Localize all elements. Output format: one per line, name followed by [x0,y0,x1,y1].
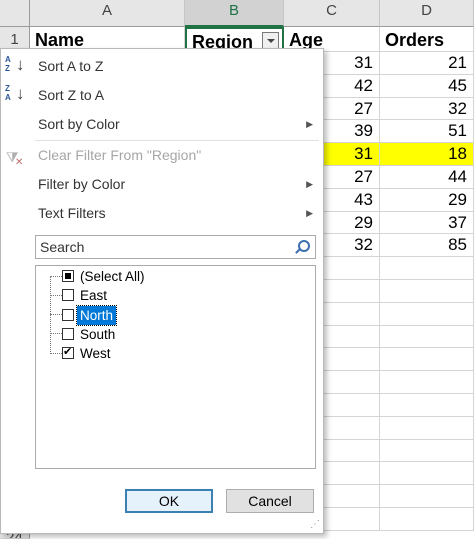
sort-by-color-label: Sort by Color [38,116,120,132]
filter-by-color-label: Filter by Color [38,176,126,192]
grid-cell[interactable] [380,280,474,303]
filter-dropdown-button[interactable] [262,32,279,49]
corner-select-all[interactable] [0,0,30,27]
checkmark-icon: ✔ [63,346,73,359]
filter-by-color-item[interactable]: Filter by Color ▶ [1,170,323,198]
column-header-a[interactable]: A [30,0,185,27]
tree-line [50,295,62,296]
grid-cell[interactable]: 21 [380,52,474,75]
filter-values-list[interactable]: (Select All) East North South ✔ West [35,265,316,469]
cancel-button[interactable]: Cancel [226,489,314,513]
column-header-b[interactable]: B [185,0,284,27]
grid-cell[interactable]: 45 [380,75,474,98]
sort-ascending-icon: A Z ↓ [5,55,25,74]
grid-cell[interactable]: 85 [380,234,474,257]
grid-cell[interactable] [380,348,474,371]
checkbox[interactable]: ✔ [62,346,74,360]
text-filters-label: Text Filters [38,205,106,221]
sort-z-to-a-label: Sort Z to A [38,87,105,103]
grid-cell[interactable] [380,257,474,280]
submenu-arrow-icon: ▶ [306,119,313,129]
resize-grip[interactable]: ⋰ [310,520,320,530]
tree-line [50,333,62,334]
filter-value-east[interactable]: East [80,286,107,305]
sort-by-color-item[interactable]: Sort by Color ▶ [1,110,323,138]
autofilter-menu: A Z ↓ Sort A to Z Z A ↓ Sort Z to A Sort by … [0,48,324,534]
grid-cell[interactable]: 37 [380,212,474,234]
search-input[interactable]: Search [35,235,316,259]
tree-line [50,353,62,354]
filter-value-west[interactable]: West [80,344,111,363]
grid-cell[interactable]: 51 [380,120,474,143]
grid-cell[interactable]: 29 [380,189,474,212]
sort-a-to-z-label: Sort A to Z [38,58,104,74]
checkbox[interactable] [62,308,74,321]
grid-cell[interactable] [380,485,474,508]
grid-cell[interactable] [380,462,474,485]
grid-cell[interactable]: 44 [380,166,474,189]
grid-cell[interactable]: 18 [380,143,474,166]
clear-filter-label: Clear Filter From "Region" [38,147,202,163]
grid-cell[interactable] [380,508,474,531]
column-header-c[interactable]: C [284,0,380,27]
filter-value-select-all[interactable]: (Select All) [80,267,145,286]
grid-cell[interactable] [380,417,474,440]
dropdown-arrow-icon [267,39,275,43]
submenu-arrow-icon: ▶ [306,179,313,189]
grid-cell[interactable] [380,371,474,394]
ok-button[interactable]: OK [125,489,213,513]
checkbox[interactable] [62,327,74,340]
filter-value-north[interactable]: North [75,304,118,326]
sort-z-to-a-item[interactable]: Z A ↓ Sort Z to A [1,81,323,109]
grid-cell[interactable] [380,303,474,326]
grid-cell[interactable] [380,440,474,462]
header-cell-orders[interactable]: Orders [380,27,474,52]
tree-line [50,314,62,315]
clear-filter-item[interactable]: ⧩ ✕ Clear Filter From "Region" [1,141,323,169]
sort-a-to-z-item[interactable]: A Z ↓ Sort A to Z [1,52,323,80]
tree-line [50,276,51,354]
clear-filter-icon: ⧩ ✕ [6,149,24,168]
text-filters-item[interactable]: Text Filters ▶ [1,199,323,227]
mixed-state-icon [65,273,71,279]
search-icon[interactable] [294,239,310,255]
column-header-d[interactable]: D [380,0,474,27]
tree-line [50,276,62,277]
checkbox[interactable] [62,270,74,282]
sort-descending-icon: Z A ↓ [5,84,25,103]
submenu-arrow-icon: ▶ [306,208,313,218]
search-placeholder: Search [40,239,85,255]
grid-cell[interactable] [380,394,474,417]
grid-cell[interactable] [380,326,474,348]
checkbox[interactable] [62,289,74,302]
filter-value-south[interactable]: South [80,325,115,344]
grid-cell[interactable]: 32 [380,98,474,120]
